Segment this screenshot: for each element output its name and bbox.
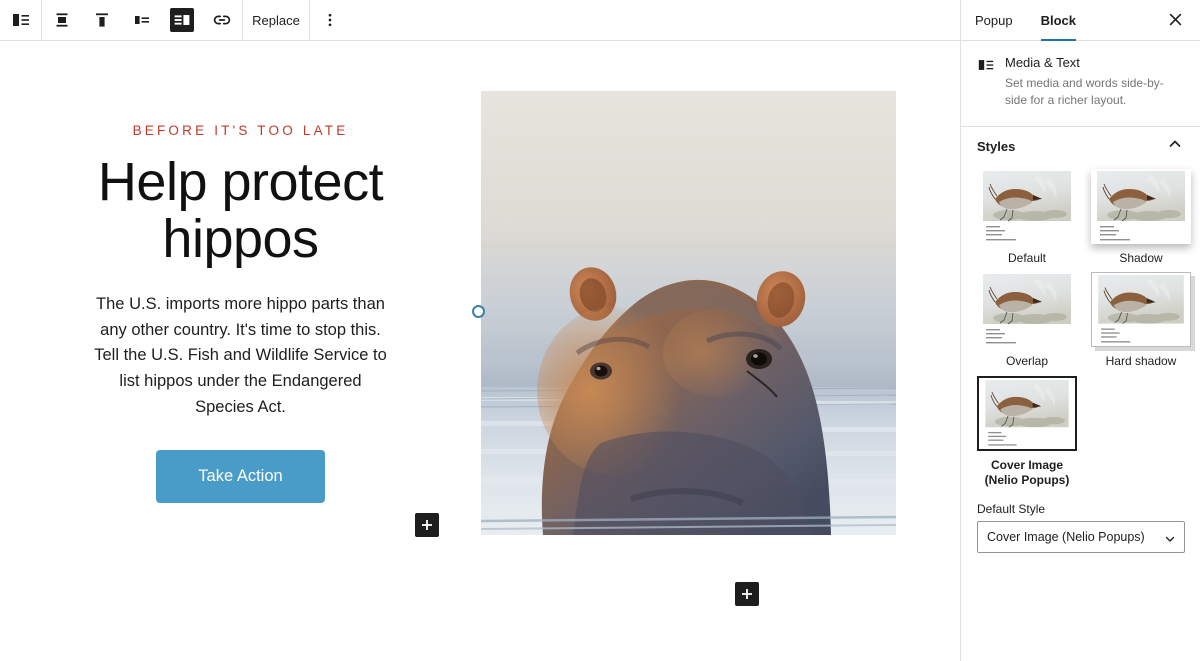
tab-popup[interactable]: Popup [961,0,1027,41]
block-info-card: Media & Text Set media and words side-by… [961,41,1200,127]
block-description: Set media and words side-by-side for a r… [1005,76,1164,108]
plus-icon [739,586,755,602]
eyebrow-text: BEFORE IT'S TOO LATE [132,122,349,138]
media-text-media-column [472,91,960,535]
plus-icon [419,517,435,533]
sidebar-tabs: Popup Block [961,0,1200,41]
toolbar-group-block-type [0,0,41,41]
styles-section-title: Styles [977,138,1016,154]
default-style-control: Default Style Cover Image (Nelio Popups) [961,488,1200,563]
style-option-cover-image[interactable]: Cover Image (Nelio Popups) [977,375,1077,489]
block-toolbar: Replace [0,0,960,41]
hippo-illustration [481,91,896,535]
wren-preview-illustration [977,168,1077,244]
media-text-block-icon [977,55,995,79]
style-option-default[interactable]: Default [977,168,1077,266]
image-resize-handle[interactable] [472,305,485,318]
block-inserter-button[interactable] [735,582,759,606]
styles-grid: Default Shadow Overlap Hard shadow Cover… [961,167,1200,488]
close-sidebar-button[interactable] [1156,0,1194,41]
media-on-right-button[interactable] [162,0,202,41]
more-vertical-icon [318,8,342,32]
style-preview-thumbnail [977,375,1077,451]
chevron-up-icon [1166,135,1184,158]
media-left-icon [130,8,154,32]
style-option-label: Shadow [1119,250,1163,265]
hippo-image[interactable] [481,91,896,535]
style-preview-thumbnail [1091,168,1191,244]
style-option-label: Default [1007,250,1047,265]
media-text-block[interactable]: BEFORE IT'S TOO LATE Help protect hippos… [0,91,960,535]
style-option-overlap[interactable]: Overlap [977,272,1077,369]
take-action-button[interactable]: Take Action [156,450,325,504]
replace-button[interactable]: Replace [243,0,309,41]
style-preview-thumbnail [977,272,1077,348]
default-style-select[interactable]: Cover Image (Nelio Popups) [977,521,1185,554]
style-preview-thumbnail [1091,272,1191,348]
tab-block[interactable]: Block [1027,0,1090,41]
style-option-label: Hard shadow [1105,354,1177,369]
wren-preview-illustration [979,377,1075,449]
block-type-button[interactable] [0,0,41,41]
media-right-icon [170,8,194,32]
block-info-text: Media & Text Set media and words side-by… [1005,55,1184,110]
vertical-align-top-icon [90,8,114,32]
align-vertical-center-button[interactable] [42,0,82,41]
link-icon [210,8,234,32]
inner-block-inserter-button[interactable] [415,513,439,537]
default-style-label: Default Style [977,502,1046,517]
vertical-align-center-icon [50,8,74,32]
style-option-label: Overlap [1005,354,1049,369]
chevron-down-icon [1164,533,1176,548]
page-title: Help protect hippos [97,151,384,270]
wren-preview-illustration [1091,168,1191,244]
default-style-value: Cover Image (Nelio Popups) [987,530,1145,545]
settings-sidebar: Popup Block Media & Text Set media and w… [960,0,1200,661]
link-button[interactable] [202,0,242,41]
wren-preview-illustration [1092,273,1190,347]
style-option-shadow[interactable]: Shadow [1091,168,1191,266]
more-options-button[interactable] [310,0,350,41]
media-text-block-icon [9,8,33,32]
editor-canvas: BEFORE IT'S TOO LATE Help protect hippos… [0,41,960,661]
media-on-left-button[interactable] [122,0,162,41]
block-title: Media & Text [1005,55,1080,70]
close-icon [1168,12,1183,30]
hippo-eye-left [590,362,612,380]
editor-window: Replace BEFORE IT'S TOO LATE Help protec… [0,0,1200,661]
align-vertical-top-button[interactable] [82,0,122,41]
body-paragraph: The U.S. imports more hippo parts than a… [94,295,387,416]
media-text-content-column: BEFORE IT'S TOO LATE Help protect hippos… [0,91,481,535]
style-option-label: Cover Image (Nelio Popups) [984,457,1070,487]
toolbar-group-alignment [42,0,242,41]
wren-preview-illustration [977,272,1077,348]
style-option-hard-shadow[interactable]: Hard shadow [1091,272,1191,369]
style-preview-thumbnail [977,168,1077,244]
styles-section-header[interactable]: Styles [961,127,1200,167]
